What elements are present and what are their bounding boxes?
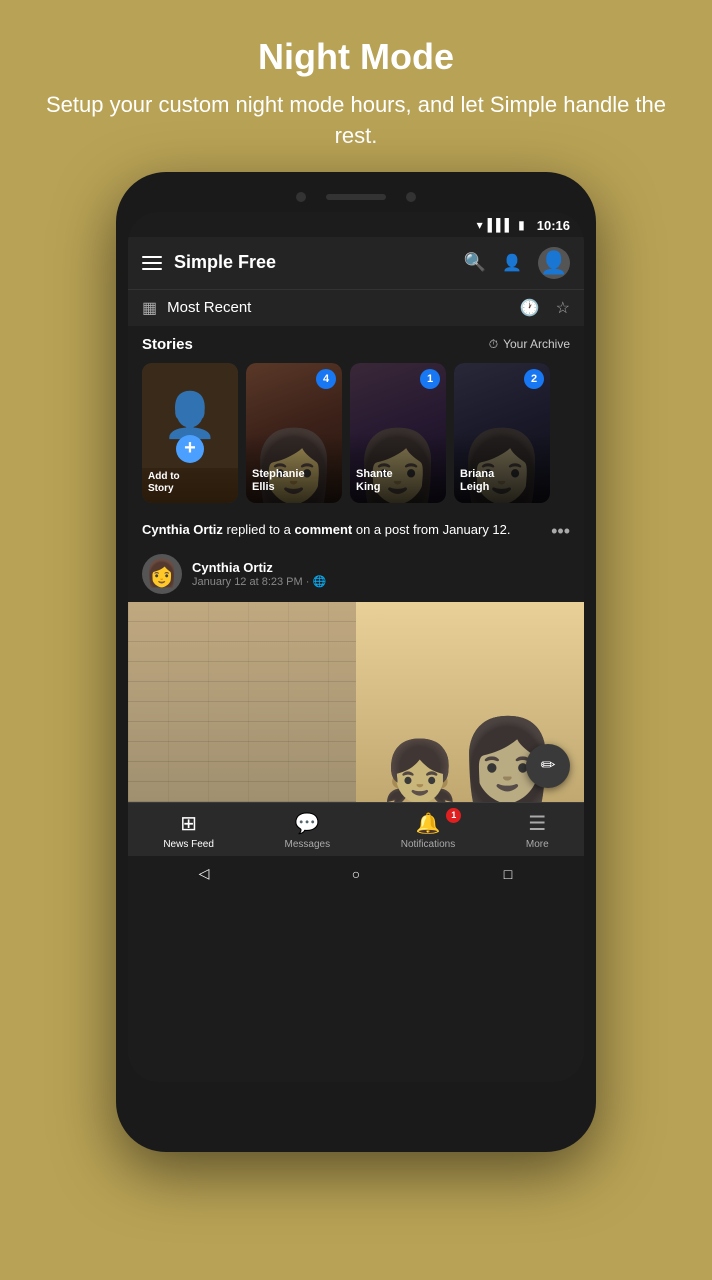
signal-icon: ▌▌▌ [488,218,514,232]
status-icons: ▾ ▌▌▌ ▮ [477,218,525,232]
stories-title: Stories [142,336,193,353]
more-label: More [526,839,549,850]
home-button[interactable]: ○ [341,864,371,884]
add-to-story-label: Add toStory [148,471,232,495]
stories-header: Stories ⏱ Your Archive [142,336,570,353]
notifications-label: Notifications [401,839,455,850]
filter-bar: ▦ Most Recent 🕐 ☆ [128,289,584,326]
messages-icon: 💬 [295,811,320,836]
back-button[interactable]: ◁ [189,864,219,884]
star-filter-button[interactable]: ☆ [556,298,570,318]
recents-button[interactable]: □ [493,864,523,884]
filter-label: Most Recent [167,299,510,316]
story-name-3: BrianaLeigh [460,468,544,494]
profile-avatar[interactable]: 👤 [538,247,570,279]
page-subtitle: Setup your custom night mode hours, and … [40,90,672,152]
news-feed-icon: ⊞ [180,811,197,836]
search-button[interactable]: 🔍 [464,252,486,273]
status-time: 10:16 [537,218,570,233]
fab-button[interactable]: ✏ [526,744,570,788]
author-avatar: 👩 [142,554,182,594]
header-icons: 🔍 👤 👤 [464,247,570,279]
post-header: Cynthia Ortiz replied to a comment on a … [128,509,584,550]
add-friend-button[interactable]: 👤 [502,253,522,273]
phone-shell: ▾ ▌▌▌ ▮ 10:16 Simple Free 🔍 👤 👤 ▦ Mos [116,172,596,1152]
story-count-2: 1 [420,369,440,389]
filter-type-icon: ▦ [142,298,157,318]
story-card-2[interactable]: 👩 1 ShanteKing [350,363,446,503]
story-count-3: 2 [524,369,544,389]
author-info: Cynthia Ortiz January 12 at 8:23 PM · 🌐 [192,560,326,588]
stories-section: Stories ⏱ Your Archive 👤 + Add toStory [128,326,584,509]
camera-dot [296,192,306,202]
nav-news-feed[interactable]: ⊞ News Feed [163,811,214,850]
post-more-button[interactable]: ••• [541,521,570,542]
post-author-row: 👩 Cynthia Ortiz January 12 at 8:23 PM · … [128,550,584,602]
battery-icon: ▮ [518,218,525,232]
app-header: Simple Free 🔍 👤 👤 [128,237,584,289]
nav-more[interactable]: ☰ More [526,811,549,850]
post-meta: January 12 at 8:23 PM · 🌐 [192,575,326,588]
messages-label: Messages [285,839,331,850]
story-add-button[interactable]: + [176,435,204,463]
system-nav: ◁ ○ □ [128,856,584,892]
nav-notifications[interactable]: 🔔 1 Notifications [401,811,455,850]
add-to-story-card[interactable]: 👤 + Add toStory [142,363,238,503]
camera-dot-right [406,192,416,202]
story-count-1: 4 [316,369,336,389]
page-header: Night Mode Setup your custom night mode … [0,0,712,172]
wifi-icon: ▾ [477,218,483,232]
post-text: Cynthia Ortiz replied to a comment on a … [142,521,541,539]
bottom-nav: ⊞ News Feed 💬 Messages 🔔 1 Notifications… [128,802,584,856]
stories-row: 👤 + Add toStory 👩 4 StephanieEllis [142,363,570,503]
app-title: Simple Free [174,252,452,273]
news-feed-label: News Feed [163,839,214,850]
author-name: Cynthia Ortiz [192,560,326,575]
notification-badge: 1 [446,808,461,823]
archive-label: Your Archive [503,337,570,351]
story-card-3[interactable]: 👩 2 BrianaLeigh [454,363,550,503]
feed-section: Cynthia Ortiz replied to a comment on a … [128,509,584,1082]
post-image-left [128,602,356,802]
story-card-1[interactable]: 👩 4 StephanieEllis [246,363,342,503]
notifications-icon: 🔔 [416,811,441,836]
story-name-2: ShanteKing [356,468,440,494]
story-name-1: StephanieEllis [252,468,336,494]
speaker [326,194,386,200]
archive-link[interactable]: ⏱ Your Archive [489,337,570,352]
more-icon: ☰ [528,811,546,836]
filter-actions: 🕐 ☆ [520,298,570,318]
clock-filter-button[interactable]: 🕐 [520,298,540,318]
archive-icon: ⏱ [489,337,498,352]
phone-screen: ▾ ▌▌▌ ▮ 10:16 Simple Free 🔍 👤 👤 ▦ Mos [128,212,584,1082]
status-bar: ▾ ▌▌▌ ▮ 10:16 [128,212,584,237]
post-image: 👧 👩 ✏ [128,602,584,802]
nav-messages[interactable]: 💬 Messages [285,811,331,850]
hamburger-menu-button[interactable] [142,256,162,270]
page-title: Night Mode [40,36,672,78]
